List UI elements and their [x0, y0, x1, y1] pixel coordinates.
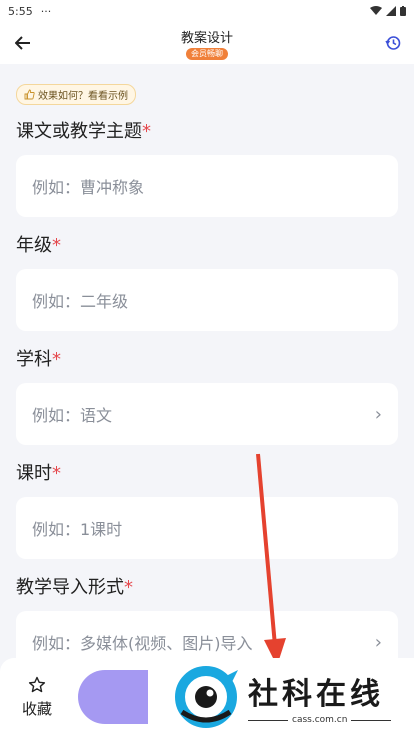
thumbs-up-icon: [24, 89, 35, 100]
battery-icon: [400, 6, 406, 16]
status-dots: ···: [40, 4, 52, 18]
status-icons: [370, 6, 406, 16]
watermark-url: cass.com.cn: [292, 715, 348, 725]
field-label-text: 年级: [16, 235, 52, 256]
field-label: 年级*: [16, 231, 398, 257]
signal-icon: [386, 6, 396, 16]
field-periods: 课时* 例如：1课时: [16, 459, 398, 559]
watermark: 社科在线 cass.com.cn: [164, 658, 414, 736]
example-chip-label: 效果如何？看看示例: [38, 91, 128, 102]
history-button[interactable]: [380, 30, 406, 56]
subject-select[interactable]: 例如：语文 ›: [16, 383, 398, 445]
field-label: 学科*: [16, 345, 398, 371]
required-marker: *: [142, 121, 151, 142]
field-subject: 学科* 例如：语文 ›: [16, 345, 398, 445]
subject-placeholder: 例如：语文: [32, 406, 113, 425]
form-content: 效果如何？看看示例 课文或教学主题* 例如：曹冲称象 年级* 例如：二年级 学科…: [0, 64, 414, 673]
required-marker: *: [52, 349, 61, 370]
vip-badge: 会员畅聊: [185, 47, 228, 60]
star-icon: [28, 676, 46, 692]
field-label-text: 课文或教学主题: [16, 121, 142, 142]
field-label-text: 教学导入形式: [16, 577, 124, 598]
periods-placeholder: 例如：1课时: [32, 520, 123, 539]
required-marker: *: [124, 577, 133, 598]
topic-placeholder: 例如：曹冲称象: [32, 178, 145, 197]
topic-input[interactable]: 例如：曹冲称象: [16, 155, 398, 217]
chevron-right-icon: ›: [374, 403, 382, 425]
field-label: 课时*: [16, 459, 398, 485]
periods-input[interactable]: 例如：1课时: [16, 497, 398, 559]
intro-form-placeholder: 例如：多媒体(视频、图片)导入: [32, 634, 253, 653]
grade-input[interactable]: 例如：二年级: [16, 269, 398, 331]
chevron-right-icon: ›: [374, 631, 382, 653]
generate-button[interactable]: [78, 670, 149, 724]
watermark-text: 社科在线: [248, 677, 384, 712]
favorite-button[interactable]: 收藏: [22, 676, 52, 719]
history-icon: [385, 36, 401, 50]
example-chip[interactable]: 效果如何？看看示例: [16, 84, 136, 105]
page-title: 教案设计: [180, 30, 233, 46]
grade-placeholder: 例如：二年级: [32, 292, 129, 311]
field-label: 教学导入形式*: [16, 573, 398, 599]
wifi-icon: [370, 6, 382, 15]
field-topic: 课文或教学主题* 例如：曹冲称象: [16, 117, 398, 217]
favorite-label: 收藏: [22, 699, 53, 718]
watermark-logo: [175, 666, 238, 728]
field-label-text: 学科: [16, 349, 52, 370]
field-grade: 年级* 例如：二年级: [16, 231, 398, 331]
back-arrow-icon: [15, 36, 30, 50]
field-label: 课文或教学主题*: [16, 117, 398, 143]
status-bar: 5:55 ···: [0, 0, 414, 22]
required-marker: *: [52, 463, 61, 484]
app-header: 教案设计 会员畅聊: [0, 22, 414, 64]
back-button[interactable]: [10, 30, 36, 56]
status-time: 5:55: [8, 4, 33, 18]
required-marker: *: [52, 235, 61, 256]
field-label-text: 课时: [16, 463, 52, 484]
